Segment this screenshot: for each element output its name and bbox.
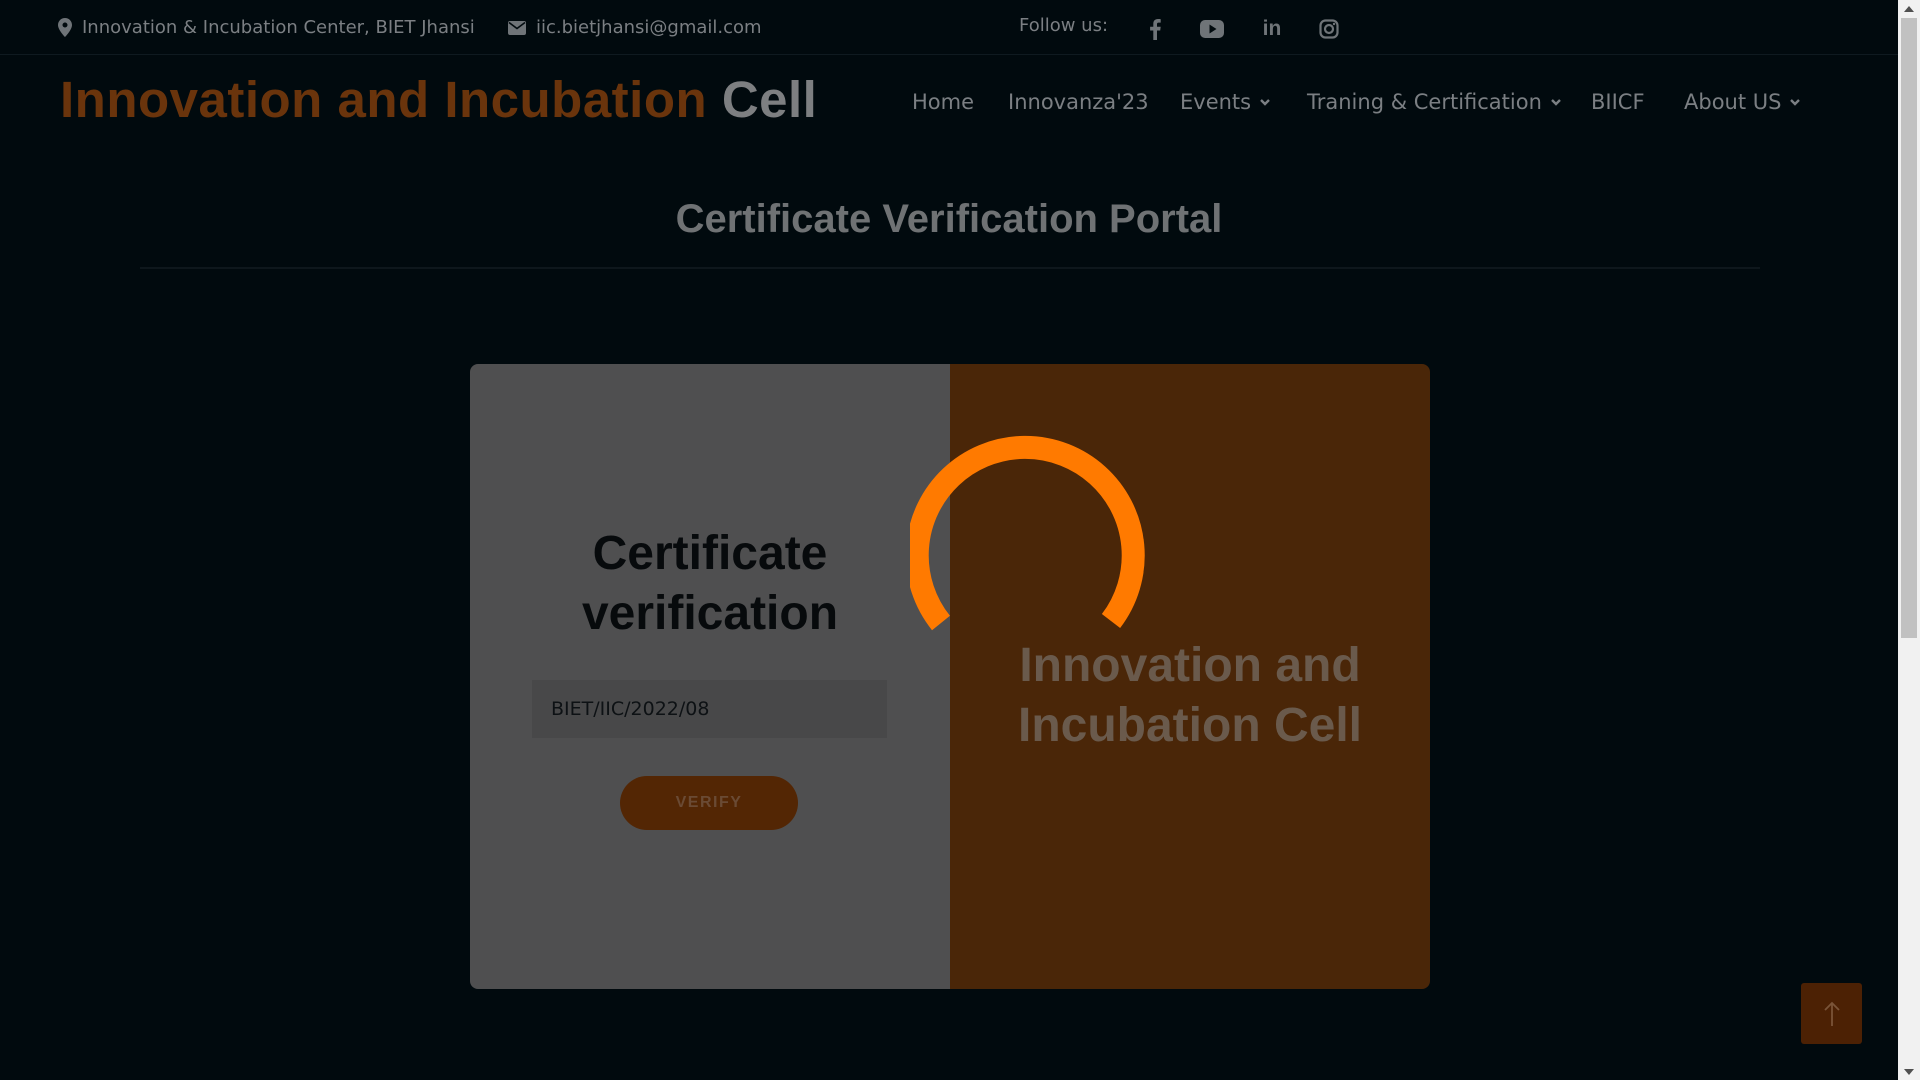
form-heading: Certificate verification <box>470 524 950 644</box>
map-marker-icon <box>58 18 72 37</box>
form-heading-line1: Certificate <box>592 527 828 580</box>
nav-training-label: Traning & Certification <box>1307 90 1542 114</box>
verification-form-panel: Certificate verification VERIFY <box>470 364 950 989</box>
nav-biicf[interactable]: BIICF <box>1591 90 1645 114</box>
nav-about-us[interactable]: About US <box>1684 90 1801 114</box>
top-info-bar: Innovation & Incubation Center, BIET Jha… <box>0 0 1898 55</box>
nav-innovanza-label: Innovanza'23 <box>1008 90 1149 114</box>
verify-button[interactable]: VERIFY <box>620 776 798 830</box>
location-info: Innovation & Incubation Center, BIET Jha… <box>58 17 475 38</box>
follow-us-label: Follow us: <box>1019 15 1109 36</box>
scroll-to-top-button[interactable] <box>1801 983 1862 1044</box>
chevron-down-icon <box>1790 99 1801 106</box>
page-scrollbar[interactable] <box>1898 0 1920 1080</box>
nav-biicf-label: BIICF <box>1591 90 1645 114</box>
nav-events-label: Events <box>1180 90 1252 114</box>
scroll-down-arrow-icon[interactable] <box>1898 1063 1920 1080</box>
email-info[interactable]: iic.bietjhansi@gmail.com <box>508 17 762 38</box>
nav-about-label: About US <box>1684 90 1782 114</box>
youtube-icon[interactable] <box>1197 14 1227 44</box>
logo-light-text: Cell <box>721 71 818 128</box>
facebook-icon[interactable] <box>1140 14 1170 44</box>
brand-panel-line2: Incubation Cell <box>1017 699 1362 752</box>
chevron-down-icon <box>1551 99 1561 106</box>
scroll-up-arrow-icon[interactable] <box>1898 0 1920 17</box>
title-divider <box>140 267 1760 269</box>
page-title: Certificate Verification Portal <box>675 197 1223 241</box>
email-link[interactable]: iic.bietjhansi@gmail.com <box>536 17 762 38</box>
nav-events[interactable]: Events <box>1180 90 1271 114</box>
linkedin-icon[interactable]: in <box>1257 14 1287 44</box>
chevron-down-icon <box>1260 99 1270 106</box>
arrow-up-icon <box>1823 1001 1840 1026</box>
nav-home-label: Home <box>912 90 975 114</box>
location-text: Innovation & Incubation Center, BIET Jha… <box>82 17 475 38</box>
loading-spinner <box>910 435 1145 631</box>
scrollbar-thumb[interactable] <box>1901 18 1917 638</box>
logo-orange-text: Innovation and Incubation <box>60 71 708 128</box>
nav-home[interactable]: Home <box>912 90 974 114</box>
certificate-id-input[interactable] <box>532 680 887 738</box>
instagram-icon[interactable] <box>1314 14 1344 44</box>
nav-training-certification[interactable]: Traning & Certification <box>1307 90 1562 114</box>
envelope-icon <box>508 20 526 35</box>
nav-innovanza[interactable]: Innovanza'23 <box>1008 90 1149 114</box>
site-logo[interactable]: Innovation and Incubation Cell <box>60 70 817 129</box>
form-heading-line2: verification <box>581 587 839 640</box>
